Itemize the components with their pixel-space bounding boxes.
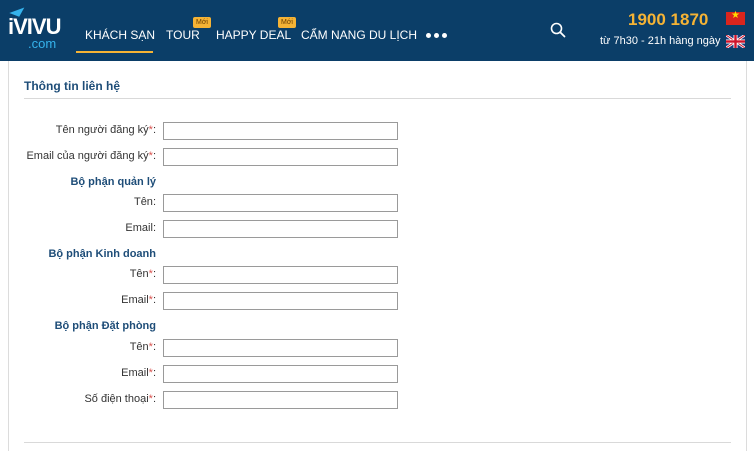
management-email-input[interactable]: [163, 220, 398, 238]
nav-item-travel-guide[interactable]: CẨM NANG DU LỊCH: [301, 28, 417, 42]
nav-active-indicator: [76, 51, 153, 53]
registrant-name-input[interactable]: [163, 122, 398, 140]
more-dots-icon[interactable]: [426, 33, 447, 38]
booking-name-label: Tên*:: [129, 341, 156, 353]
section-title: Thông tin liên hệ: [24, 79, 120, 93]
registrant-name-label: Tên người đăng ký*:: [55, 124, 156, 136]
management-name-label: Tên:: [133, 196, 156, 208]
booking-name-input[interactable]: [163, 339, 398, 357]
nav-item-tour[interactable]: TOUR: [166, 28, 200, 42]
hotline-hours: từ 7h30 - 21h hàng ngày: [600, 35, 721, 47]
uk-flag-icon[interactable]: [726, 35, 745, 48]
new-badge-happy-deal: Mới: [278, 17, 296, 28]
nav-item-happy-deal[interactable]: HAPPY DEAL: [216, 28, 291, 42]
nav-item-hotels[interactable]: KHÁCH SẠN: [85, 28, 155, 42]
booking-email-input[interactable]: [163, 365, 398, 383]
sales-name-label: Tên*:: [129, 268, 156, 280]
search-icon[interactable]: [550, 22, 566, 38]
logo-suffix: .com: [28, 36, 57, 51]
management-email-label: Email:: [125, 222, 156, 234]
sales-email-label: Email*:: [121, 294, 156, 306]
registrant-email-input[interactable]: [163, 148, 398, 166]
management-name-input[interactable]: [163, 194, 398, 212]
top-header: iVIVU .com KHÁCH SẠN Mới TOUR Mới HAPPY …: [0, 0, 754, 61]
registrant-email-label: Email của người đăng ký*:: [26, 150, 156, 162]
booking-phone-input[interactable]: [163, 391, 398, 409]
management-group-title: Bộ phận quản lý: [70, 176, 156, 188]
bottom-divider: [24, 442, 731, 443]
hotline-number[interactable]: 1900 1870: [628, 10, 708, 30]
sales-email-input[interactable]: [163, 292, 398, 310]
sales-name-input[interactable]: [163, 266, 398, 284]
vietnam-flag-icon[interactable]: [726, 10, 745, 25]
logo-word: iVIVU: [8, 14, 61, 39]
booking-group-title: Bộ phận Đặt phòng: [54, 320, 156, 332]
site-logo[interactable]: iVIVU .com: [8, 7, 62, 52]
new-badge-tour: Mới: [193, 17, 211, 28]
section-divider: [24, 98, 731, 99]
booking-email-label: Email*:: [121, 367, 156, 379]
sales-group-title: Bộ phận Kinh doanh: [48, 248, 156, 260]
booking-phone-label: Số điện thoại*:: [84, 393, 156, 405]
